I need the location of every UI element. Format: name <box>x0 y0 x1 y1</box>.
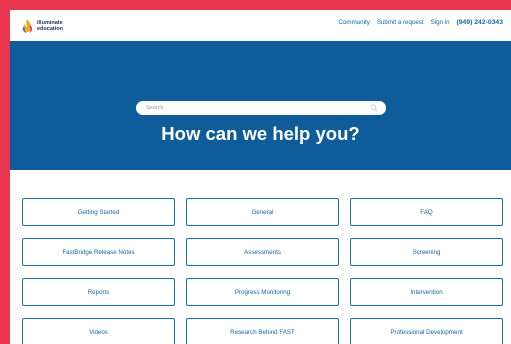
category-faq[interactable]: FAQ <box>350 198 503 226</box>
search-input[interactable]: Search <box>136 101 386 115</box>
category-screening[interactable]: Screening <box>350 238 503 266</box>
category-progress-monitoring[interactable]: Progress Monitoring <box>186 278 339 306</box>
category-grid: Getting Started General FAQ FastBridge R… <box>10 170 511 344</box>
nav-community-link[interactable]: Community <box>339 19 370 26</box>
phone-number[interactable]: (949) 242-0343 <box>457 19 503 26</box>
category-research-behind-fast[interactable]: Research Behind FAST <box>186 318 339 344</box>
category-reports[interactable]: Reports <box>22 278 175 306</box>
category-intervention[interactable]: Intervention <box>350 278 503 306</box>
site-header: illuminate education Community Submit a … <box>10 10 511 41</box>
top-nav: Community Submit a request Sign in (949)… <box>339 19 503 26</box>
page-frame: illuminate education Community Submit a … <box>10 10 511 344</box>
category-general[interactable]: General <box>186 198 339 226</box>
category-professional-development[interactable]: Professional Development <box>350 318 503 344</box>
nav-sign-in-link[interactable]: Sign in <box>431 19 450 26</box>
brand-logo[interactable]: illuminate education <box>20 18 63 34</box>
logo-text: illuminate education <box>37 20 63 32</box>
search-placeholder: Search <box>146 105 164 111</box>
logo-line-2: education <box>37 26 63 32</box>
category-videos[interactable]: Videos <box>22 318 175 344</box>
category-assessments[interactable]: Assessments <box>186 238 339 266</box>
search-icon[interactable] <box>370 104 378 112</box>
category-fastbridge-release-notes[interactable]: FastBridge Release Notes <box>22 238 175 266</box>
category-getting-started[interactable]: Getting Started <box>22 198 175 226</box>
hero-headline: How can we help you? <box>161 123 360 144</box>
nav-submit-request-link[interactable]: Submit a request <box>377 19 424 26</box>
hero-banner: Search How can we help you? <box>10 41 511 170</box>
logo-flame-icon <box>22 19 33 33</box>
